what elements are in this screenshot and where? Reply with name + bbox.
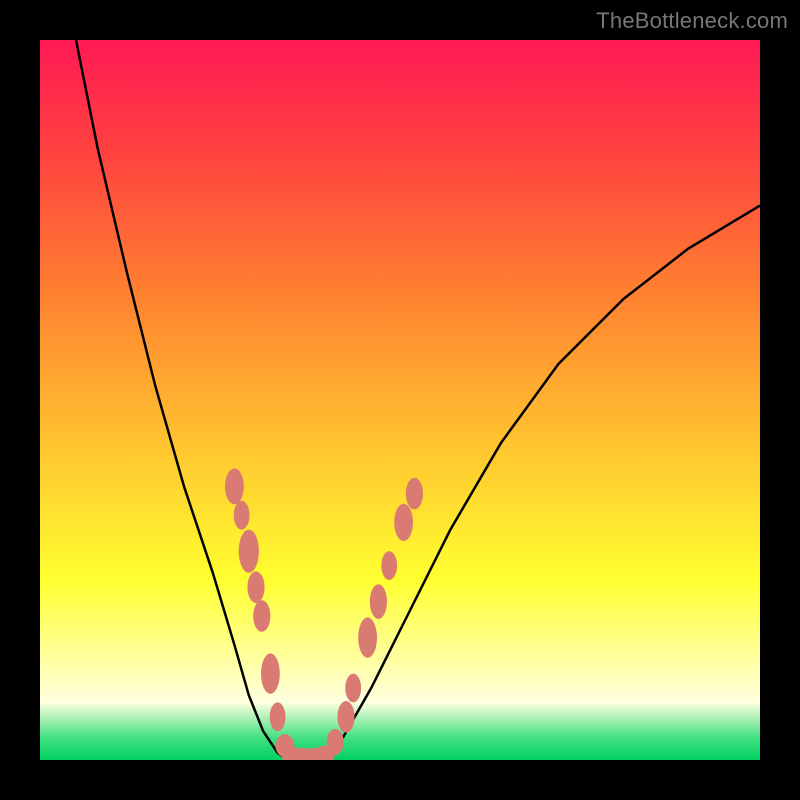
watermark-text: TheBottleneck.com bbox=[596, 8, 788, 34]
data-point-marker bbox=[247, 571, 264, 603]
data-point-marker bbox=[358, 617, 377, 657]
data-point-marker bbox=[337, 701, 354, 733]
data-point-marker bbox=[381, 551, 397, 580]
bottleneck-curve bbox=[76, 40, 760, 760]
data-point-marker bbox=[345, 674, 361, 703]
data-point-marker bbox=[234, 501, 250, 530]
data-point-marker bbox=[370, 584, 387, 619]
data-point-marker bbox=[327, 729, 344, 755]
data-point-marker bbox=[261, 653, 280, 693]
data-point-marker bbox=[270, 702, 286, 731]
data-point-marker bbox=[225, 468, 244, 504]
chart-frame: TheBottleneck.com bbox=[0, 0, 800, 800]
data-point-marker bbox=[394, 504, 413, 541]
data-point-marker bbox=[239, 530, 259, 573]
data-point-marker bbox=[406, 478, 423, 510]
plot-area bbox=[40, 40, 760, 760]
data-point-marker bbox=[253, 600, 270, 632]
curve-layer bbox=[40, 40, 760, 760]
curve-group bbox=[76, 40, 760, 760]
marker-group bbox=[225, 468, 423, 760]
